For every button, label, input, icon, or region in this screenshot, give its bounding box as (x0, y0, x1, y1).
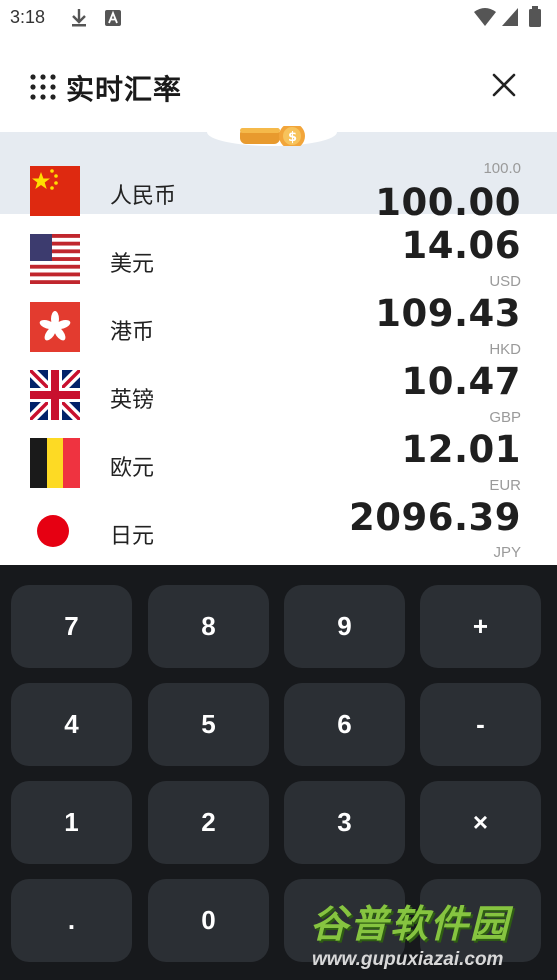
app-header: 实时汇率 (0, 36, 557, 132)
wifi-icon (474, 8, 496, 26)
grid-dots-icon[interactable] (30, 74, 56, 100)
currency-row-gbp[interactable]: 英镑 10.47 GBP (0, 350, 557, 426)
currency-code: JPY (493, 544, 521, 561)
usa-flag-icon (30, 234, 80, 284)
key-1[interactable]: 1 (11, 781, 132, 864)
currency-row-hkd[interactable]: 港币 109.43 HKD (0, 282, 557, 358)
key-3[interactable]: 3 (284, 781, 405, 864)
japan-flag-icon (30, 506, 80, 556)
key-plus[interactable]: + (420, 585, 541, 668)
key-minus[interactable]: - (420, 683, 541, 766)
a-badge-icon (105, 10, 121, 26)
currency-amount[interactable]: 2096.39 (349, 496, 521, 539)
currency-input-value: 100.0 (483, 160, 521, 177)
currency-row-eur[interactable]: 欧元 12.01 EUR (0, 418, 557, 494)
currency-amount[interactable]: 12.01 (401, 428, 521, 471)
watermark: 谷普软件园 www.gupuxiazai.com (300, 885, 557, 980)
currency-row-cny[interactable]: 人民币 100.0 100.00 (0, 146, 557, 224)
currency-row-jpy[interactable]: 日元 2096.39 JPY (0, 486, 557, 561)
currency-name: 日元 (110, 524, 155, 549)
key-7[interactable]: 7 (11, 585, 132, 668)
page-title: 实时汇率 (66, 73, 183, 106)
key-6[interactable]: 6 (284, 683, 405, 766)
download-icon (72, 9, 86, 27)
key-multiply[interactable]: × (420, 781, 541, 864)
currency-row-usd[interactable]: 美元 14.06 USD (0, 214, 557, 290)
uk-flag-icon (30, 370, 80, 420)
key-9[interactable]: 9 (284, 585, 405, 668)
currency-name: 人民币 (110, 184, 177, 209)
china-flag-icon (30, 166, 80, 216)
key-8[interactable]: 8 (148, 585, 269, 668)
watermark-url: www.gupuxiazai.com (312, 949, 504, 970)
close-icon[interactable] (489, 70, 519, 100)
key-4[interactable]: 4 (11, 683, 132, 766)
key-decimal[interactable]: . (11, 879, 132, 962)
currency-amount[interactable]: 109.43 (375, 292, 521, 335)
hong-kong-flag-icon (30, 302, 80, 352)
key-2[interactable]: 2 (148, 781, 269, 864)
coin-stack-icon: $ (240, 126, 305, 146)
currency-amount[interactable]: 14.06 (401, 224, 521, 267)
currency-amount[interactable]: 10.47 (401, 360, 521, 403)
status-time: 3:18 (10, 7, 46, 27)
key-0[interactable]: 0 (148, 879, 269, 962)
signal-icon (502, 8, 518, 26)
currency-name: 港币 (110, 320, 155, 345)
status-bar: 3:18 (0, 0, 557, 36)
currency-name: 英镑 (110, 388, 155, 413)
battery-icon (529, 6, 541, 27)
currency-name: 美元 (110, 252, 155, 277)
watermark-title: 谷普软件园 (310, 902, 511, 946)
belgium-flag-icon (30, 438, 80, 488)
key-5[interactable]: 5 (148, 683, 269, 766)
svg-text:$: $ (288, 130, 297, 145)
currency-name: 欧元 (110, 456, 155, 481)
